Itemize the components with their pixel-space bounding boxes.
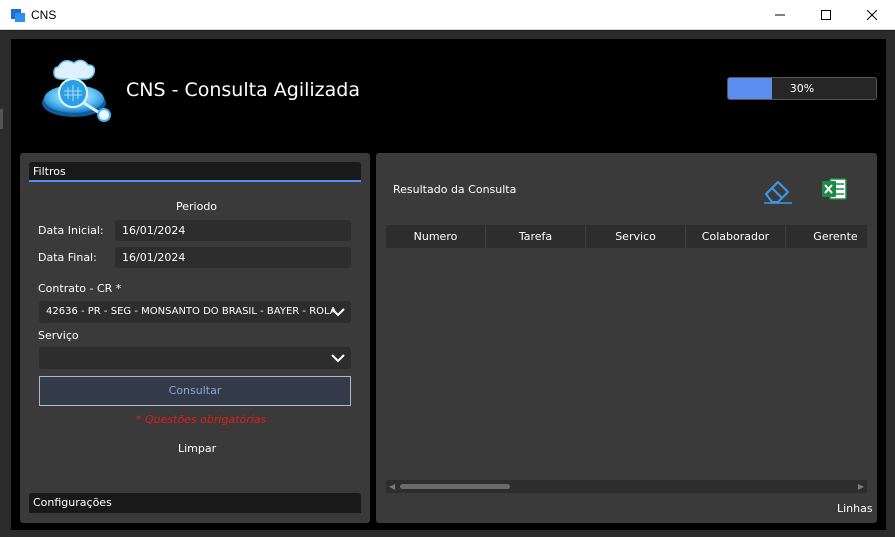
contract-label: Contrato - CR * [38, 282, 122, 295]
period-label: Periodo [176, 200, 218, 213]
end-date-field[interactable]: 16/01/2024 [115, 247, 351, 268]
config-section-header[interactable]: Configurações [29, 493, 361, 513]
close-button[interactable] [849, 0, 895, 30]
results-table-body [386, 248, 867, 480]
chevron-down-icon[interactable] [331, 353, 345, 363]
horizontal-scrollbar[interactable]: ◀ ▶ [386, 480, 867, 493]
column-header-servico[interactable]: Servico [586, 225, 686, 248]
excel-icon[interactable] [821, 178, 847, 200]
scroll-left-arrow-icon[interactable]: ◀ [389, 482, 395, 491]
eraser-icon[interactable] [762, 176, 794, 204]
end-date-label: Data Final: [38, 251, 97, 264]
contract-select-value: 42636 - PR - SEG - MONSANTO DO BRASIL - … [46, 306, 337, 317]
results-table-header: Numero Tarefa Servico Colaborador Gerente [386, 225, 867, 248]
window-title: CNS [31, 8, 57, 22]
progress-text: 30% [789, 82, 815, 95]
column-header-tarefa[interactable]: Tarefa [486, 225, 586, 248]
service-select[interactable] [39, 347, 351, 369]
app-icon [11, 8, 25, 22]
app-title: CNS - Consulta Agilizada [126, 79, 360, 101]
minimize-button[interactable] [757, 0, 803, 30]
consultar-button[interactable]: Consultar [39, 376, 351, 406]
column-header-colaborador[interactable]: Colaborador [686, 225, 786, 248]
window-title-bar: CNS [0, 0, 895, 30]
maximize-icon [821, 10, 831, 20]
rows-count-label: Linhas [837, 502, 873, 515]
column-header-gerente[interactable]: Gerente [786, 225, 867, 248]
start-date-label: Data Inicial: [38, 224, 104, 237]
scroll-right-arrow-icon[interactable]: ▶ [858, 482, 864, 491]
close-icon [867, 10, 877, 20]
results-title: Resultado da Consulta [393, 183, 517, 196]
cloud-search-logo-icon [40, 55, 116, 125]
progress-bar: 30% [727, 77, 877, 100]
filters-section-header[interactable]: Filtros [29, 162, 361, 182]
start-date-field[interactable]: 16/01/2024 [115, 220, 351, 241]
maximize-button[interactable] [803, 0, 849, 30]
scrollbar-thumb[interactable] [400, 484, 510, 489]
column-header-numero[interactable]: Numero [386, 225, 486, 248]
service-label: Serviço [38, 329, 79, 342]
contract-select[interactable]: 42636 - PR - SEG - MONSANTO DO BRASIL - … [39, 301, 351, 323]
chevron-down-icon[interactable] [331, 307, 345, 317]
limpar-button[interactable]: Limpar [178, 442, 216, 455]
minimize-icon [775, 14, 785, 16]
window-edge [0, 109, 3, 129]
required-fields-note: * Questões obrigatórias [136, 413, 267, 426]
